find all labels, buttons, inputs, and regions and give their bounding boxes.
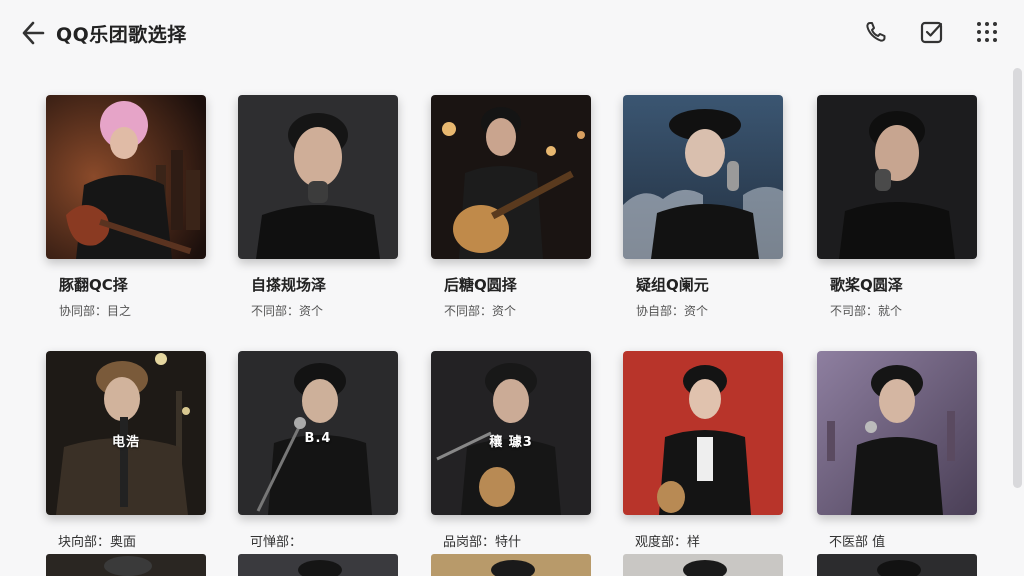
artist-card[interactable] bbox=[46, 554, 206, 576]
artist-title: 后糖Q圆择 bbox=[444, 276, 517, 294]
artist-cover-image[interactable] bbox=[817, 554, 977, 576]
artist-subtitle: 可惮部： bbox=[250, 535, 303, 550]
artist-card[interactable] bbox=[238, 554, 398, 576]
artist-card[interactable]: 豚翻QC择 协同部：目之 bbox=[46, 95, 206, 319]
scrollbar[interactable] bbox=[1013, 68, 1022, 488]
artist-subtitle: 不医部 值 bbox=[829, 535, 886, 550]
artist-cover-image[interactable]: 穰 璩3 bbox=[431, 351, 591, 515]
artist-subtitle: 不同部：资个 bbox=[251, 304, 324, 318]
artist-cover-image[interactable]: 电浩 bbox=[46, 351, 206, 515]
cover-overlay-text: B.4 bbox=[304, 431, 332, 446]
artist-subtitle: 不司部：就个 bbox=[830, 304, 903, 318]
artist-card[interactable]: 观度部：样 bbox=[623, 351, 783, 550]
artist-card[interactable]: 电浩 块向部：奥面 bbox=[46, 351, 206, 550]
artist-cover-image[interactable] bbox=[817, 351, 977, 515]
artist-card[interactable]: 后糖Q圆择 不同部：资个 bbox=[431, 95, 591, 319]
artist-cover-image[interactable] bbox=[623, 95, 783, 259]
artist-cover-image[interactable] bbox=[817, 95, 977, 259]
artist-subtitle: 观度部：样 bbox=[635, 535, 701, 550]
artist-title: 歌桨Q圆泽 bbox=[830, 276, 903, 294]
artist-card[interactable]: 穰 璩3 品岗部：特什 bbox=[431, 351, 591, 550]
artist-cover-image[interactable] bbox=[46, 554, 206, 576]
artist-card[interactable] bbox=[431, 554, 591, 576]
artist-cover-image[interactable] bbox=[623, 554, 783, 576]
artist-cover-image[interactable] bbox=[238, 95, 398, 259]
artist-card[interactable]: 不医部 值 bbox=[817, 351, 977, 550]
artist-cover-image[interactable] bbox=[623, 351, 783, 515]
artist-card[interactable] bbox=[817, 554, 977, 576]
artist-cover-image[interactable] bbox=[431, 554, 591, 576]
cover-overlay-text: 电浩 bbox=[111, 435, 140, 450]
artist-subtitle: 协自部：资个 bbox=[636, 304, 709, 318]
artist-card[interactable] bbox=[623, 554, 783, 576]
artist-grid: 豚翻QC择 协同部：目之 自搽规场泽 不同部：资个 后糖Q圆择 不同部：资个 疑… bbox=[0, 0, 1010, 576]
artist-card[interactable]: 自搽规场泽 不同部：资个 bbox=[238, 95, 398, 319]
artist-subtitle: 品岗部：特什 bbox=[443, 535, 522, 550]
artist-cover-image[interactable]: B.4 bbox=[238, 351, 398, 515]
artist-title: 自搽规场泽 bbox=[251, 276, 327, 294]
artist-title: 疑组Q阑元 bbox=[636, 276, 709, 294]
artist-card[interactable]: B.4 可惮部： bbox=[238, 351, 398, 550]
artist-title: 豚翻QC择 bbox=[59, 276, 128, 294]
artist-cover-image[interactable] bbox=[431, 95, 591, 259]
artist-cover-image[interactable] bbox=[46, 95, 206, 259]
artist-card[interactable]: 疑组Q阑元 协自部：资个 bbox=[623, 95, 783, 319]
artist-cover-image[interactable] bbox=[238, 554, 398, 576]
cover-overlay-text: 穰 璩3 bbox=[489, 435, 533, 450]
artist-subtitle: 块向部：奥面 bbox=[58, 535, 137, 550]
artist-card[interactable]: 歌桨Q圆泽 不司部：就个 bbox=[817, 95, 977, 319]
artist-subtitle: 协同部：目之 bbox=[59, 304, 132, 318]
artist-subtitle: 不同部：资个 bbox=[444, 304, 517, 318]
